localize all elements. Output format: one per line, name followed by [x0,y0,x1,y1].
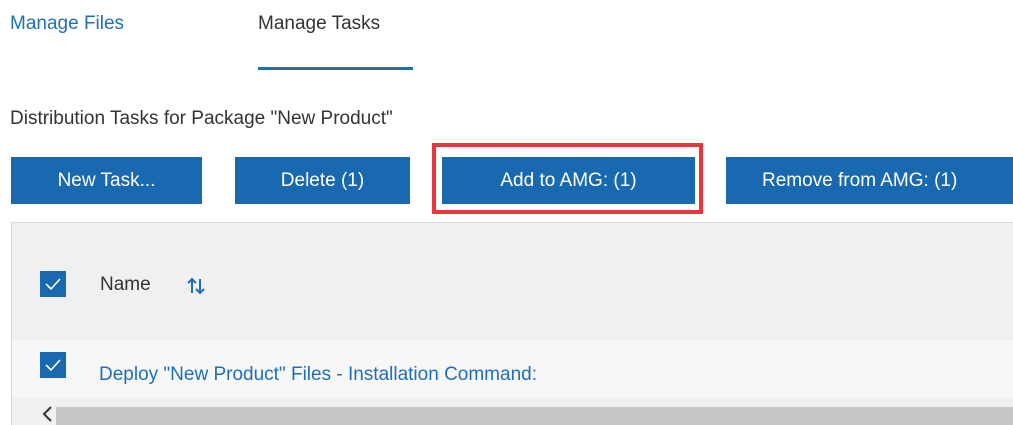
column-header-name[interactable]: Name [100,273,151,297]
active-tab-indicator [258,67,413,70]
task-name-link[interactable]: Deploy "New Product" Files - Installatio… [99,363,537,387]
page-title: Distribution Tasks for Package "New Prod… [10,108,393,129]
page: Manage Files Manage Tasks Distribution T… [0,0,1013,425]
delete-button[interactable]: Delete (1) [235,157,410,204]
row-checkbox[interactable] [40,352,66,378]
scroll-left-arrow-icon[interactable] [36,404,60,425]
sort-icon[interactable] [186,276,206,296]
checkmark-icon [45,359,61,371]
scrollbar-thumb[interactable] [56,407,1013,425]
checkmark-icon [45,278,61,290]
tab-manage-tasks[interactable]: Manage Tasks [258,12,380,36]
select-all-checkbox[interactable] [40,271,66,297]
add-to-amg-button[interactable]: Add to AMG: (1) [442,157,695,204]
new-task-button[interactable]: New Task... [11,157,202,204]
tab-manage-files[interactable]: Manage Files [10,12,124,36]
remove-from-amg-button[interactable]: Remove from AMG: (1) [726,157,1013,204]
